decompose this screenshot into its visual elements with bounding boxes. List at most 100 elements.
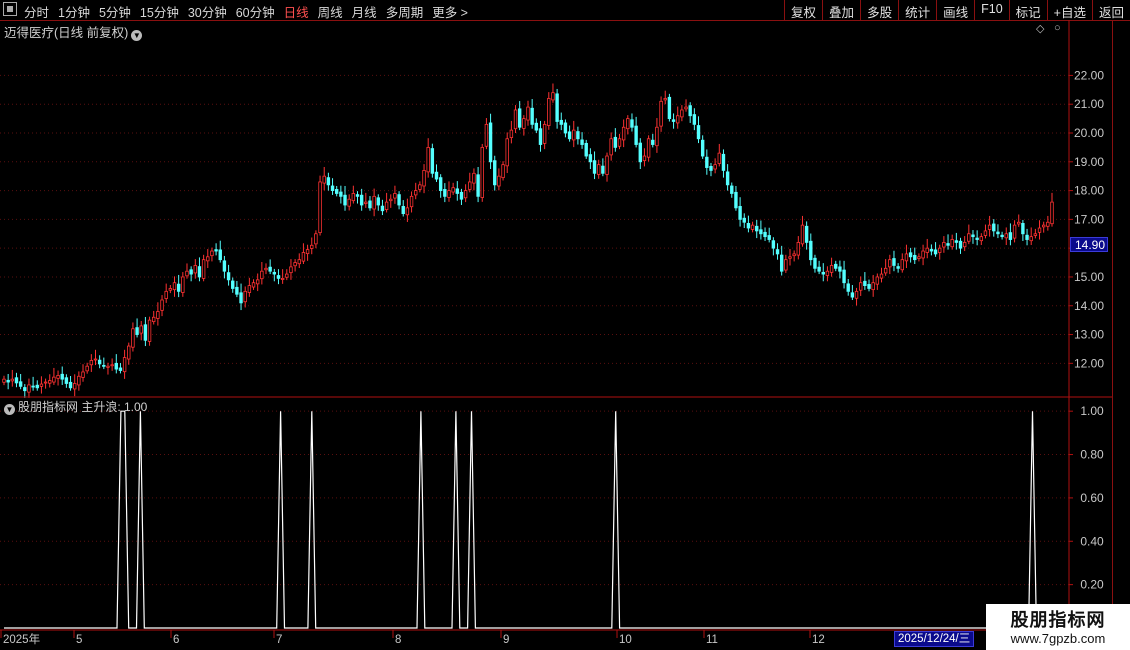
candle-body [293, 262, 297, 267]
candle-body [114, 362, 118, 370]
candle-body [867, 284, 871, 289]
candle-body [763, 231, 767, 238]
candle-body [626, 118, 630, 130]
candle-body [809, 240, 813, 261]
candle-body [172, 282, 177, 291]
candle-body [268, 266, 272, 272]
candle-body [468, 181, 472, 190]
candle-body [684, 106, 688, 110]
candle-body [243, 290, 247, 303]
candle-body [588, 154, 593, 163]
watermark-logo: 股朋指标网 www.7gpzb.com [986, 604, 1130, 650]
y-tick-label: 22.00 [1074, 68, 1104, 82]
diamond-icon[interactable]: ◇ [1036, 22, 1044, 35]
candle-body [979, 236, 984, 242]
stock-chart[interactable]: 22.0021.0020.0019.0018.0017.0016.0015.00… [0, 0, 1130, 650]
candle-body [318, 181, 322, 234]
candle-body [426, 147, 430, 173]
candle-body [530, 107, 534, 125]
candle-body [676, 115, 680, 124]
candle-body [430, 148, 435, 174]
right-side-panel[interactable] [1112, 20, 1130, 630]
candle-body [260, 270, 264, 280]
y-tick-label: 17.00 [1074, 212, 1104, 226]
candle-body [434, 171, 439, 180]
candle-body [455, 188, 460, 194]
candle-body [1029, 236, 1033, 242]
x-tick-label: 12 [812, 634, 825, 646]
candle-body [742, 217, 746, 223]
candle-body [621, 126, 626, 141]
candle-body [555, 93, 559, 122]
candle-body [372, 195, 376, 210]
candle-body [156, 311, 160, 319]
y-tick-label: 21.00 [1074, 97, 1104, 111]
candle-body [355, 194, 360, 197]
candle-body [451, 187, 455, 193]
candle-body [572, 129, 576, 141]
signal-series-line [4, 410, 1052, 629]
candle-body [127, 345, 131, 360]
candle-body [804, 225, 809, 243]
x-tick-label: 5 [76, 634, 82, 646]
candle-body [946, 243, 950, 246]
candle-body [222, 260, 227, 272]
x-tick-label: 11 [706, 634, 718, 646]
candle-body [359, 194, 364, 206]
x-tick-label: 8 [395, 634, 401, 646]
main-chart-title: 迈得医疗(日线 前复权) ▼ [4, 22, 143, 41]
candle-body [106, 365, 110, 368]
candle-body [393, 193, 397, 199]
candle-body [135, 327, 139, 335]
candle-body [709, 166, 713, 171]
candle-body [509, 129, 514, 139]
y-tick-label: 13.00 [1074, 328, 1104, 342]
candle-body [409, 195, 414, 208]
candle-body [488, 122, 493, 163]
y-tick-label: 0.20 [1080, 578, 1104, 592]
candle-body [996, 231, 1000, 235]
candle-body [334, 189, 339, 194]
candle-body [314, 233, 318, 245]
candle-body [547, 98, 551, 126]
candle-body [680, 109, 684, 118]
candle-body [925, 247, 929, 253]
candle-body [771, 240, 776, 249]
candle-body [197, 266, 202, 278]
candle-body [750, 224, 755, 230]
candle-body [52, 376, 56, 383]
candle-body [875, 276, 880, 285]
main-chart-title-text: 迈得医疗(日线 前复权) [4, 26, 129, 40]
candle-body [929, 248, 934, 252]
candle-body [854, 290, 859, 299]
candle-body [634, 125, 638, 145]
chevron-down-icon[interactable]: ▼ [4, 404, 15, 415]
chevron-down-icon[interactable]: ▼ [131, 30, 143, 41]
candle-body [576, 131, 580, 140]
candle-body [164, 290, 168, 299]
candle-body [189, 269, 193, 275]
candle-body [746, 223, 751, 229]
candle-body [983, 230, 988, 236]
candle-body [193, 265, 198, 274]
candle-body [160, 299, 164, 311]
candle-body [730, 185, 734, 194]
dot-icon[interactable]: ○ [1054, 22, 1061, 34]
candle-body [443, 189, 447, 197]
candle-body [850, 292, 855, 298]
candle-body [825, 270, 830, 276]
candle-body [767, 235, 771, 240]
candle-body [908, 252, 913, 258]
candle-body [64, 377, 69, 384]
candle-body [696, 125, 701, 140]
y-tick-label: 19.00 [1074, 155, 1104, 169]
candle-body [1000, 234, 1004, 238]
candle-body [559, 119, 563, 125]
current-price-label: 14.90 [1070, 237, 1108, 252]
candle-body [185, 270, 189, 277]
candle-body [705, 156, 709, 168]
candle-body [6, 379, 10, 383]
candle-body [962, 242, 967, 248]
candle-body [522, 118, 526, 129]
candle-body [247, 285, 252, 293]
